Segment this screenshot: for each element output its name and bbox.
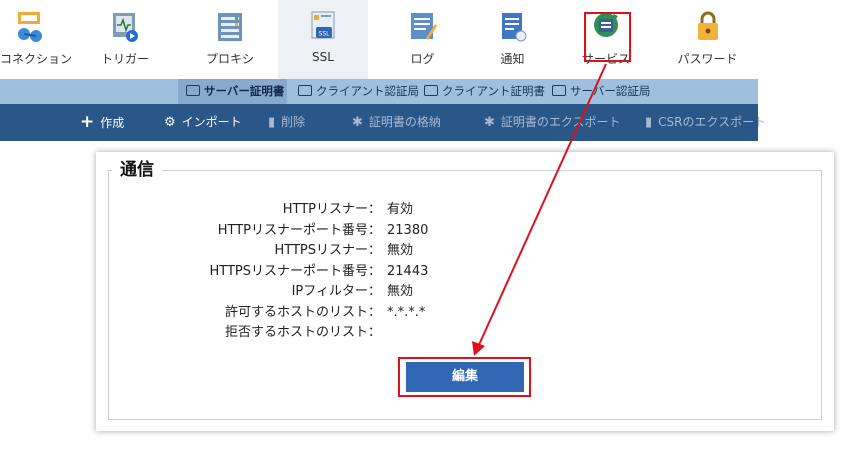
ssl-icon: SSL bbox=[311, 11, 335, 39]
tab-server-ca[interactable]: サーバー認証局 bbox=[552, 79, 656, 104]
setting-row-allowed-hosts: 許可するホストのリスト： *.*.*.* bbox=[96, 302, 576, 323]
toolbar-label: プロキシ bbox=[205, 52, 254, 66]
setting-row-http-listener: HTTPリスナー： 有効 bbox=[96, 199, 576, 220]
toolbar-label: SSL bbox=[312, 50, 334, 64]
tab-client-certificate[interactable]: クライアント証明書 bbox=[424, 79, 546, 104]
setting-label: IPフィルター： bbox=[291, 284, 381, 299]
create-button[interactable]: + 作成 bbox=[80, 104, 124, 141]
trigger-icon bbox=[113, 13, 138, 42]
setting-row-ip-filter: IPフィルター： 無効 bbox=[96, 281, 576, 302]
toolbar-item-ssl[interactable]: SSL SSL bbox=[278, 0, 368, 79]
panel-title: 通信 bbox=[112, 158, 162, 182]
proxy-icon bbox=[218, 13, 242, 41]
export-csr-button[interactable]: ▮ CSRのエクスポート bbox=[645, 104, 766, 141]
setting-row-denied-hosts: 拒否するホストのリスト： bbox=[96, 322, 576, 343]
action-label: 作成 bbox=[100, 116, 125, 130]
toolbar-label: パスワード bbox=[677, 52, 738, 66]
setting-label: HTTPリスナーポート番号： bbox=[217, 223, 381, 238]
toolbar-item-connection[interactable]: コネクション bbox=[0, 0, 73, 79]
toolbar-label: コネクション bbox=[0, 52, 73, 66]
setting-value: 無効 bbox=[387, 284, 414, 299]
toolbar-item-proxy[interactable]: プロキシ bbox=[190, 0, 270, 79]
main-toolbar: コネクション トリガー プロキシ SSL SSL ログ 通知 サービス パスワー… bbox=[0, 0, 758, 79]
setting-label: HTTPSリスナーポート番号： bbox=[209, 264, 381, 279]
server-ca-icon bbox=[552, 85, 566, 96]
certificate-icon bbox=[186, 85, 200, 96]
trash-icon: ▮ bbox=[268, 115, 276, 130]
notification-icon bbox=[501, 13, 526, 42]
action-label: 削除 bbox=[281, 115, 306, 129]
toolbar-item-notification[interactable]: 通知 bbox=[475, 0, 550, 79]
setting-row-http-port: HTTPリスナーポート番号： 21380 bbox=[96, 220, 576, 241]
toolbar-item-log[interactable]: ログ bbox=[385, 0, 460, 79]
action-label: インポート bbox=[181, 115, 242, 129]
tab-label: サーバー証明書 bbox=[204, 84, 285, 98]
toolbar-label: ログ bbox=[410, 52, 435, 66]
tab-label: サーバー認証局 bbox=[570, 84, 651, 98]
store-certificate-button[interactable]: ✱ 証明書の格納 bbox=[352, 104, 441, 141]
import-icon: ⚙ bbox=[164, 115, 176, 130]
ssl-subtabs: サーバー証明書 クライアント認証局 クライアント証明書 サーバー認証局 bbox=[0, 79, 758, 104]
action-label: CSRのエクスポート bbox=[658, 115, 767, 129]
setting-row-https-port: HTTPSリスナーポート番号： 21443 bbox=[96, 261, 576, 282]
action-bar: + 作成 ⚙ インポート ▮ 削除 ✱ 証明書の格納 ✱ 証明書のエクスポート ▮ CSRの… bbox=[0, 104, 766, 141]
store-cert-icon: ✱ bbox=[352, 115, 363, 130]
setting-label: 許可するホストのリスト： bbox=[224, 305, 381, 320]
toolbar-item-password[interactable]: パスワード bbox=[670, 0, 745, 79]
certificate-authority-icon bbox=[298, 85, 312, 96]
setting-label: HTTPSリスナー： bbox=[274, 243, 381, 258]
toolbar-label: 通知 bbox=[500, 52, 525, 66]
setting-value: 21443 bbox=[387, 264, 429, 279]
tab-server-certificate[interactable]: サーバー証明書 bbox=[178, 79, 287, 104]
export-csr-icon: ▮ bbox=[645, 115, 653, 130]
edit-highlight-box bbox=[398, 357, 531, 397]
setting-value: *.*.*.* bbox=[387, 305, 426, 320]
setting-value: 無効 bbox=[387, 243, 414, 258]
client-certificate-icon bbox=[424, 85, 438, 96]
tab-label: クライアント認証局 bbox=[316, 84, 420, 98]
export-certificate-button[interactable]: ✱ 証明書のエクスポート bbox=[484, 104, 621, 141]
action-label: 証明書のエクスポート bbox=[500, 115, 621, 129]
connection-icon bbox=[18, 12, 42, 42]
export-cert-icon: ✱ bbox=[484, 115, 495, 130]
service-highlight-box bbox=[584, 12, 631, 62]
setting-label: 拒否するホストのリスト： bbox=[224, 325, 381, 340]
tab-client-ca[interactable]: クライアント認証局 bbox=[298, 79, 419, 104]
toolbar-label: トリガー bbox=[100, 52, 149, 66]
setting-label: HTTPリスナー： bbox=[282, 202, 381, 217]
password-icon bbox=[697, 11, 718, 40]
setting-value: 21380 bbox=[387, 223, 429, 238]
setting-value: 有効 bbox=[387, 202, 414, 217]
delete-button[interactable]: ▮ 削除 bbox=[268, 104, 305, 141]
plus-icon: + bbox=[80, 112, 95, 132]
svg-text:SSL: SSL bbox=[319, 31, 331, 38]
tab-label: クライアント証明書 bbox=[442, 84, 546, 98]
setting-row-https-listener: HTTPSリスナー： 無効 bbox=[96, 240, 576, 261]
log-icon bbox=[410, 13, 437, 40]
action-label: 証明書の格納 bbox=[368, 115, 441, 129]
toolbar-item-trigger[interactable]: トリガー bbox=[90, 0, 160, 79]
import-button[interactable]: ⚙ インポート bbox=[164, 104, 242, 141]
